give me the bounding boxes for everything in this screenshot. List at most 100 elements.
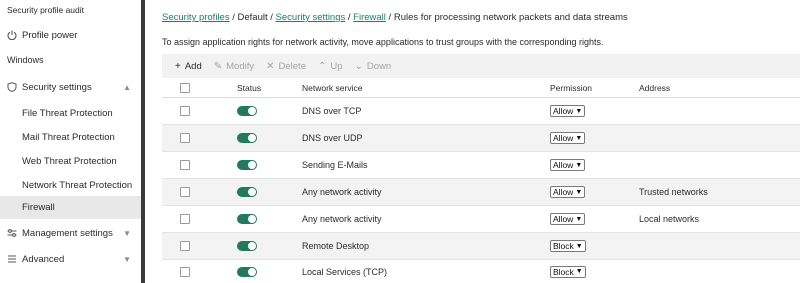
breadcrumb-separator: / (270, 12, 273, 23)
select-all-checkbox[interactable] (180, 82, 190, 93)
table-row[interactable]: Sending E-Mails Allow ▼ (162, 152, 800, 179)
breadcrumb-default: Default (237, 12, 268, 23)
status-toggle[interactable] (237, 214, 257, 224)
permission-value: Allow (553, 214, 574, 224)
chevron-down-icon[interactable]: ▼ (123, 255, 131, 264)
shield-icon (7, 82, 17, 92)
network-service: DNS over TCP (302, 106, 362, 116)
column-header-address[interactable]: Address (639, 78, 670, 97)
list-icon (8, 255, 16, 263)
chevron-down-icon: ▼ (575, 242, 583, 250)
sidebar-item-label: Firewall (22, 202, 55, 213)
column-header-status[interactable]: Status (237, 78, 261, 97)
row-checkbox[interactable] (180, 214, 190, 224)
status-toggle[interactable] (237, 133, 257, 143)
network-service: Remote Desktop (302, 241, 370, 251)
network-service: Local Services (TCP) (302, 266, 388, 277)
permission-select[interactable]: Allow ▼ (550, 132, 586, 144)
sidebar-item-label: Profile power (22, 29, 78, 41)
permission-select[interactable]: Allow ▼ (550, 213, 586, 225)
table-row[interactable]: Local Services (TCP) Block ▼ (162, 260, 800, 283)
sidebar-item-advanced[interactable]: Advanced ▼ (0, 249, 141, 269)
permission-value: Allow (553, 133, 574, 143)
table-header: Status Network service Permission Addres… (162, 78, 800, 98)
sidebar-item-label: Mail Threat Protection (22, 131, 115, 143)
row-checkbox[interactable] (180, 106, 190, 116)
sidebar-item-label: Security settings (22, 81, 92, 93)
page-title: Rules for processing network packets and… (393, 12, 628, 23)
breadcrumb-link-firewall[interactable]: Firewall (353, 12, 386, 23)
sidebar-item-label: Advanced (22, 253, 65, 265)
chevron-down-icon: ▼ (575, 134, 583, 142)
permission-value: Allow (553, 160, 574, 170)
sidebar-item-network-threat-protection[interactable]: Network Threat Protection (0, 175, 141, 195)
status-toggle[interactable] (237, 241, 257, 251)
up-button-label: Up (330, 60, 343, 72)
row-checkbox[interactable] (180, 266, 190, 277)
up-button[interactable]: ⌃ Up (318, 61, 343, 72)
network-service: Any network activity (302, 187, 382, 197)
plus-icon: + (175, 60, 181, 72)
permission-select[interactable]: Allow ▼ (550, 186, 586, 198)
add-button-label: Add (184, 60, 202, 72)
modify-button[interactable]: ✎ Modify (214, 61, 254, 72)
breadcrumb-link-security-profiles[interactable]: Security profiles (162, 12, 230, 23)
status-toggle[interactable] (237, 187, 257, 197)
chevron-down-icon: ▼ (575, 215, 583, 223)
row-checkbox[interactable] (180, 133, 190, 143)
row-checkbox[interactable] (180, 187, 190, 197)
close-icon: ✕ (266, 60, 275, 72)
sidebar-item-profile-power[interactable]: Profile power (0, 25, 141, 45)
sidebar-item-file-threat-protection[interactable]: File Threat Protection (0, 103, 141, 123)
sidebar-item-security-profile-audit[interactable]: Security profile audit (0, 3, 141, 17)
sidebar-item-security-settings[interactable]: Security settings ▲ (0, 77, 141, 97)
status-toggle[interactable] (237, 266, 257, 277)
permission-select[interactable]: Allow ▼ (550, 159, 586, 171)
sidebar-item-label: Security profile audit (7, 5, 85, 15)
chevron-down-icon: ⌄ (354, 60, 363, 72)
breadcrumb: Security profiles / Default / Security s… (162, 12, 628, 23)
toolbar: + Add ✎ Modify ✕ Delete ⌃ Up ⌄ Down (162, 54, 800, 78)
select-all-cell (180, 78, 190, 97)
permission-select[interactable]: Block ▼ (550, 265, 586, 278)
status-toggle[interactable] (237, 160, 257, 170)
status-toggle[interactable] (237, 106, 257, 116)
chevron-down-icon[interactable]: ▼ (123, 229, 131, 238)
chevron-down-icon: ▼ (575, 268, 583, 275)
row-checkbox[interactable] (180, 241, 190, 251)
sidebar-item-mail-threat-protection[interactable]: Mail Threat Protection (0, 127, 141, 147)
table-row[interactable]: DNS over UDP Allow ▼ (162, 125, 800, 152)
chevron-up-icon[interactable]: ▲ (123, 83, 131, 92)
permission-select[interactable]: Allow ▼ (550, 105, 586, 117)
down-button[interactable]: ⌄ Down (355, 61, 392, 72)
address: Trusted networks (639, 187, 708, 197)
sidebar-section-label: Windows (7, 55, 44, 65)
sidebar-item-label: Management settings (22, 227, 113, 239)
column-header-network-service[interactable]: Network service (302, 78, 362, 97)
chevron-down-icon: ▼ (575, 107, 583, 115)
network-service: DNS over UDP (302, 133, 363, 143)
chevron-down-icon: ▼ (575, 161, 583, 169)
add-button[interactable]: + Add (175, 61, 202, 72)
permission-select[interactable]: Block ▼ (550, 240, 586, 252)
sidebar-item-web-threat-protection[interactable]: Web Threat Protection (0, 151, 141, 171)
permission-value: Block (553, 241, 574, 251)
breadcrumb-separator: / (347, 12, 351, 23)
table-row[interactable]: Any network activity Allow ▼ Local networ… (162, 206, 800, 233)
delete-button[interactable]: ✕ Delete (266, 61, 306, 72)
breadcrumb-separator: / (232, 12, 235, 23)
table-row[interactable]: DNS over TCP Allow ▼ (162, 98, 800, 125)
permission-value: Allow (553, 187, 574, 197)
table-row[interactable]: Remote Desktop Block ▼ (162, 233, 800, 260)
row-checkbox[interactable] (180, 160, 190, 170)
sidebar-item-management-settings[interactable]: Management settings ▼ (0, 223, 141, 243)
breadcrumb-separator: / (388, 12, 392, 23)
table-row[interactable]: Any network activity Allow ▼ Trusted netw… (162, 179, 800, 206)
chevron-up-icon: ⌃ (317, 60, 327, 72)
sidebar-item-firewall[interactable]: Firewall (0, 196, 141, 219)
sidebar-section-windows: Windows (0, 53, 141, 67)
down-button-label: Down (366, 60, 392, 72)
network-service: Any network activity (302, 214, 382, 224)
breadcrumb-link-security-settings[interactable]: Security settings (276, 12, 346, 23)
column-header-permission[interactable]: Permission (550, 78, 592, 97)
